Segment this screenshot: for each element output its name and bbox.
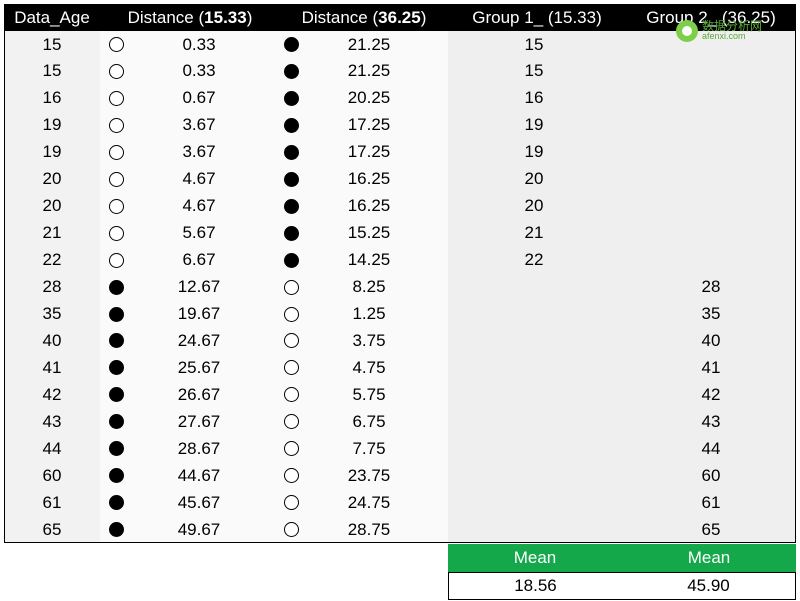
header-data-age: Data_Age (14, 7, 90, 27)
header-distance-2-prefix: Distance ( (301, 7, 379, 27)
mean-header-row: Mean Mean (448, 544, 796, 572)
logo-text: 数据分析网 afenxi.com (702, 19, 763, 41)
header-distance-1: Distance (15.33) (100, 4, 280, 31)
logo-mark-icon (676, 20, 698, 42)
header-distance-1-value: 15.33 (204, 7, 247, 27)
mean-label-group-1: Mean (513, 548, 557, 567)
header-group-1: Group 1_ (15.33) (472, 7, 602, 27)
header-distance-2: Distance (36.25) (280, 4, 448, 31)
mean-label-group-2: Mean (687, 548, 731, 567)
mean-values-row: 18.56 45.90 (448, 572, 796, 600)
logo-name: 数据分析网 (702, 19, 763, 33)
header-distance-2-value: 36.25 (378, 7, 421, 27)
table-border (4, 31, 796, 543)
mean-summary: Mean Mean 18.56 45.90 (448, 544, 796, 600)
watermark-logo: 数据分析网 afenxi.com (676, 20, 762, 42)
mean-value-group-2: 45.90 (687, 576, 730, 595)
mean-value-group-1: 18.56 (514, 576, 557, 595)
header-distance-1-suffix: ) (246, 7, 253, 27)
header-distance-1-prefix: Distance ( (127, 7, 205, 27)
table-body: 15 0.33 21.25 15 15 0.33 21.25 15 16 0.67 20.25 16 1… (4, 31, 796, 543)
header-distance-2-suffix: ) (420, 7, 427, 27)
